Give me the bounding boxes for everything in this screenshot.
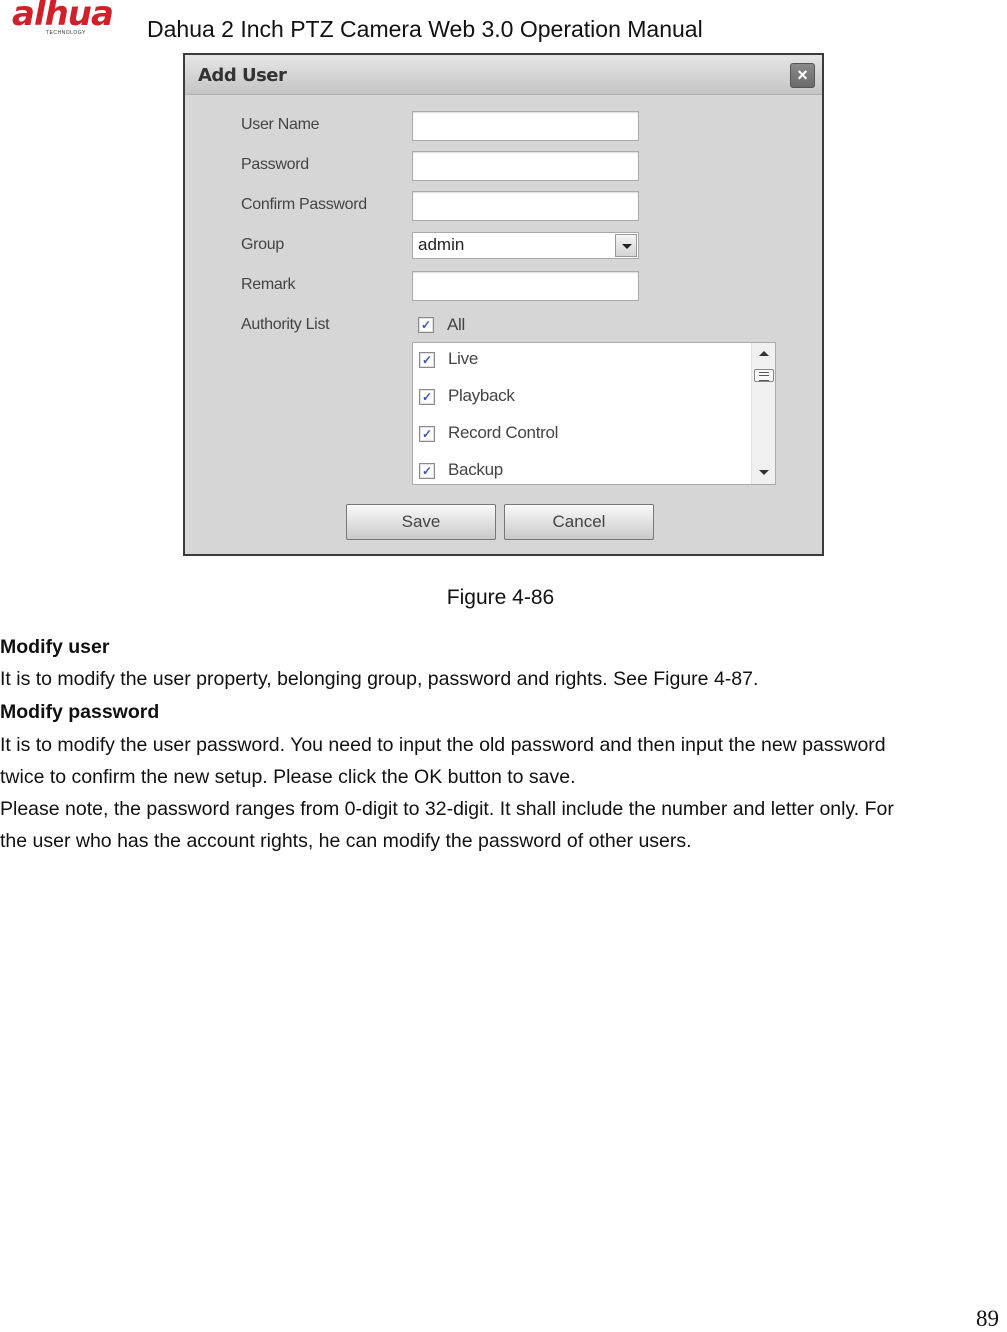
chevron-down-icon[interactable] <box>615 234 637 257</box>
authority-list: ✓ Live ✓ Playback ✓ Record Control ✓ Bac… <box>412 342 776 485</box>
document-title: Dahua 2 Inch PTZ Camera Web 3.0 Operatio… <box>147 16 703 42</box>
paragraph-modify-password-line2: twice to confirm the new setup. Please c… <box>0 766 576 788</box>
save-button[interactable]: Save <box>346 504 496 540</box>
playback-label: Playback <box>448 386 515 405</box>
authority-list-label: Authority List <box>241 316 330 333</box>
paragraph-note-line2: the user who has the account rights, he … <box>0 830 692 852</box>
close-icon[interactable]: × <box>790 63 815 88</box>
dialog-header: Add User × <box>185 55 822 95</box>
paragraph-modify-password-line1: It is to modify the user password. You n… <box>0 734 886 756</box>
paragraph-note-line1: Please note, the password ranges from 0-… <box>0 798 894 820</box>
logo-subtext: TECHNOLOGY <box>46 30 87 36</box>
password-label: Password <box>241 156 309 173</box>
add-user-dialog: Add User × User Name Password Confirm Pa… <box>183 53 824 556</box>
figure-caption: Figure 4-86 <box>0 586 1007 610</box>
group-select[interactable]: admin <box>412 232 639 259</box>
scroll-thumb[interactable] <box>754 369 774 382</box>
authority-item-playback[interactable]: ✓ Playback <box>413 383 753 413</box>
playback-checkbox[interactable]: ✓ <box>419 389 435 405</box>
authority-item-backup[interactable]: ✓ Backup <box>413 457 753 484</box>
cancel-button[interactable]: Cancel <box>504 504 654 540</box>
authority-item-live[interactable]: ✓ Live <box>413 346 753 376</box>
figure-caption-text: Figure 4-86 <box>446 586 555 609</box>
dahua-logo: alhua TECHNOLOGY <box>8 0 130 40</box>
user-name-input[interactable] <box>412 111 639 141</box>
scroll-up-arrow-icon[interactable] <box>759 351 769 356</box>
authority-list-scrollbar[interactable] <box>751 343 775 484</box>
group-select-value: admin <box>418 235 465 254</box>
password-input[interactable] <box>412 151 639 181</box>
confirm-password-label: Confirm Password <box>241 196 367 213</box>
live-checkbox[interactable]: ✓ <box>419 352 435 368</box>
paragraph-modify-user: It is to modify the user property, belon… <box>0 668 759 690</box>
group-label: Group <box>241 236 284 253</box>
remark-input[interactable] <box>412 271 639 301</box>
record-control-label: Record Control <box>448 423 559 442</box>
backup-checkbox[interactable]: ✓ <box>419 463 435 479</box>
dialog-title: Add User <box>198 65 287 86</box>
heading-modify-user: Modify user <box>0 636 110 658</box>
user-name-label: User Name <box>241 116 320 133</box>
all-checkbox[interactable]: ✓ <box>418 317 434 333</box>
all-checkbox-label: All <box>447 315 465 334</box>
logo-brand-text: alhua <box>12 0 114 34</box>
backup-label: Backup <box>448 460 503 479</box>
page-number: 89 <box>976 1306 999 1331</box>
confirm-password-input[interactable] <box>412 191 639 221</box>
remark-label: Remark <box>241 276 296 293</box>
scroll-down-arrow-icon[interactable] <box>759 470 769 475</box>
authority-item-record-control[interactable]: ✓ Record Control <box>413 420 753 450</box>
record-control-checkbox[interactable]: ✓ <box>419 426 435 442</box>
live-label: Live <box>448 349 478 368</box>
heading-modify-password: Modify password <box>0 701 160 723</box>
